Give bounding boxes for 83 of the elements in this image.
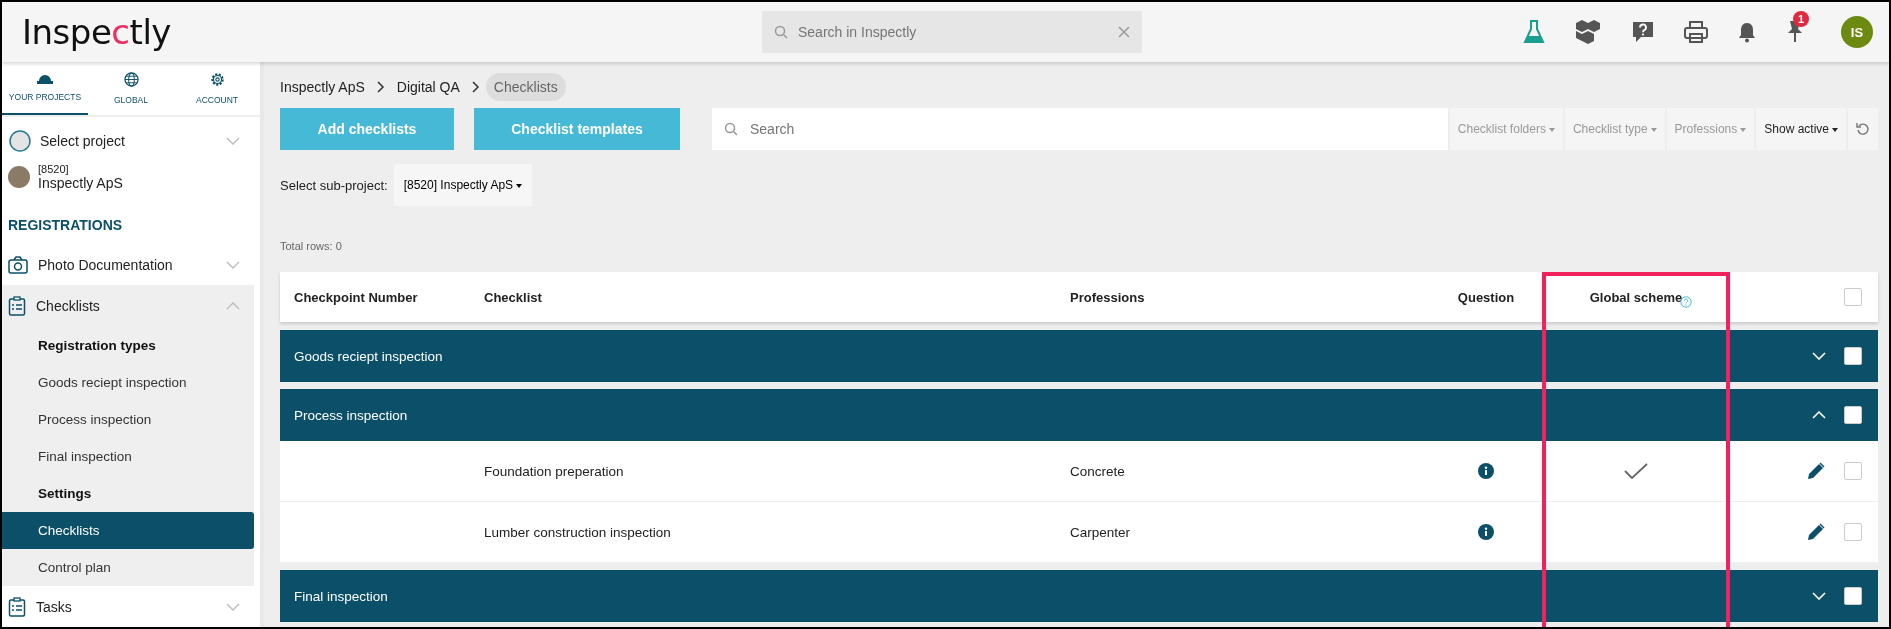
sidebar-heading: Registration types xyxy=(37,337,157,355)
sidebar-link[interactable]: Checklists xyxy=(2,512,254,549)
breadcrumb-link[interactable]: Inspectly ApS xyxy=(280,79,365,95)
breadcrumb-link[interactable]: Digital QA xyxy=(396,79,460,95)
cubes-icon[interactable] xyxy=(1573,19,1603,45)
sidebar-link[interactable]: Goods reciept inspection xyxy=(2,364,254,401)
sidebar-link[interactable]: Process inspection xyxy=(2,401,254,438)
chevron-right-icon xyxy=(471,81,480,93)
helmet-icon xyxy=(37,72,53,84)
group-header[interactable]: Goods reciept inspection xyxy=(280,330,1878,382)
checkbox[interactable] xyxy=(1844,347,1862,365)
table-cell: Concrete xyxy=(1070,463,1125,479)
select-project-row[interactable]: Select project xyxy=(2,117,260,159)
refresh-globe-icon xyxy=(8,129,32,153)
sidebar-link[interactable]: Final inspection xyxy=(2,438,254,475)
photo-placeholder xyxy=(8,166,30,188)
sidebar-tab[interactable]: ACCOUNT xyxy=(174,62,260,115)
sidebar-item[interactable]: Photo Documentation xyxy=(2,245,260,285)
chevron-down-icon xyxy=(226,603,240,611)
sub-project-label: Select sub-project: xyxy=(280,177,388,193)
checkbox[interactable] xyxy=(1844,406,1862,424)
chevron-down-icon[interactable] xyxy=(1812,352,1826,360)
table-cell: Carpenter xyxy=(1070,524,1131,540)
table-cell: Foundation preperation xyxy=(484,463,624,479)
sidebar-heading: Settings xyxy=(37,485,93,503)
bell-icon[interactable] xyxy=(1737,21,1757,43)
reset-icon xyxy=(1856,122,1870,136)
help-chat-icon[interactable] xyxy=(1631,20,1655,44)
sidebar-item[interactable]: Checklists xyxy=(2,285,254,327)
caret-icon xyxy=(1548,127,1555,132)
column-header: Question xyxy=(1457,289,1515,305)
pencil-icon[interactable] xyxy=(1806,461,1826,481)
filter-dropdown[interactable]: Show active xyxy=(1756,108,1846,150)
checkbox[interactable] xyxy=(1844,587,1862,605)
search-icon xyxy=(774,25,788,39)
breadcrumb-link[interactable]: Checklists xyxy=(485,73,566,101)
chevron-down-icon xyxy=(226,137,240,145)
clipboard-icon xyxy=(8,296,26,316)
section-title: REGISTRATIONS xyxy=(7,216,124,235)
project-name: Inspectly ApS xyxy=(38,175,123,191)
printer-icon[interactable] xyxy=(1683,20,1709,44)
search-field[interactable]: Search xyxy=(712,108,1448,150)
column-header: Checklist xyxy=(484,289,542,305)
sub-project-dropdown[interactable]: [8520] Inspectly ApS xyxy=(393,164,533,206)
checkbox[interactable] xyxy=(1844,523,1862,541)
table-cell: Lumber construction inspection xyxy=(484,524,671,540)
reset-button[interactable] xyxy=(1848,108,1878,150)
column-header: Professions xyxy=(1070,289,1145,305)
project-code: [8520] xyxy=(38,163,70,175)
globe-icon xyxy=(123,72,139,87)
checkbox[interactable] xyxy=(1844,288,1862,306)
group-header[interactable]: Final inspection xyxy=(280,570,1878,622)
caret-icon xyxy=(516,183,523,188)
search-icon xyxy=(724,122,738,136)
clipboard-icon xyxy=(8,597,26,617)
logo-text: Inspectly xyxy=(22,12,172,52)
user-avatar[interactable]: IS xyxy=(1841,16,1873,48)
checkbox[interactable] xyxy=(1844,462,1862,480)
notification-badge: 1 xyxy=(1793,10,1809,27)
flask-icon[interactable] xyxy=(1523,19,1545,45)
settings-icon xyxy=(209,72,225,87)
sidebar-tab[interactable]: YOUR PROJECTS xyxy=(2,62,88,115)
caret-icon xyxy=(1740,127,1747,132)
info-icon[interactable] xyxy=(1478,524,1494,540)
chevron-down-icon[interactable] xyxy=(1812,592,1826,600)
chevron-up-icon xyxy=(226,302,240,310)
pencil-icon[interactable] xyxy=(1806,522,1826,542)
column-header: Global scheme xyxy=(1589,289,1683,305)
camera-icon xyxy=(8,256,28,274)
caret-icon xyxy=(1832,127,1838,132)
info-icon[interactable] xyxy=(1478,463,1494,479)
help-icon xyxy=(1680,295,1692,308)
total-rows-text: Total rows: 0 xyxy=(280,240,343,252)
sidebar-item[interactable]: Tasks xyxy=(2,586,260,627)
sidebar-tab[interactable]: GLOBAL xyxy=(88,62,174,115)
sidebar-link[interactable]: Control plan xyxy=(2,549,254,586)
group-header[interactable]: Process inspection xyxy=(280,389,1878,441)
chevron-up-icon[interactable] xyxy=(1812,411,1826,419)
chevron-right-icon xyxy=(376,81,385,93)
chevron-down-icon xyxy=(226,261,240,269)
caret-icon xyxy=(1650,127,1657,132)
search-field[interactable]: Search in Inspectly xyxy=(762,11,1142,53)
column-header: Checkpoint Number xyxy=(294,289,418,305)
